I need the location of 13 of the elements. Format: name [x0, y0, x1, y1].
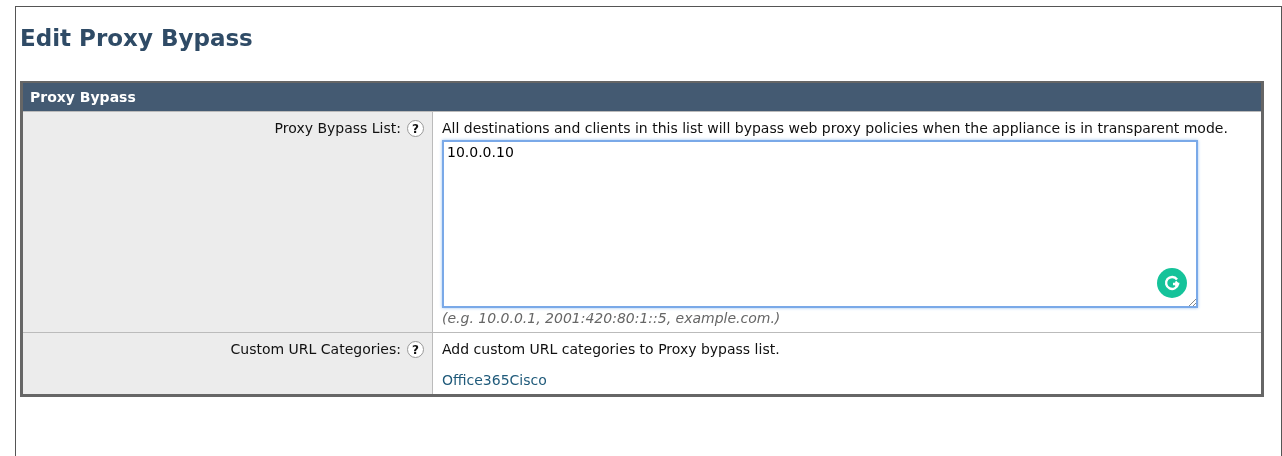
field-label: Proxy Bypass List:	[274, 120, 401, 136]
resize-grip-icon[interactable]	[1188, 298, 1197, 307]
category-link[interactable]: Office365Cisco	[442, 372, 547, 388]
help-button[interactable]: ?	[407, 341, 424, 358]
field-description: All destinations and clients in this list will bypass web proxy policies when the appliance is in transparent mode.	[442, 120, 1228, 137]
section-header: Proxy Bypass	[23, 83, 1261, 111]
help-button[interactable]: ?	[407, 120, 424, 137]
field-label: Custom URL Categories:	[230, 341, 401, 357]
page-title: Edit Proxy Bypass	[20, 25, 254, 51]
grammar-assistant-icon[interactable]	[1157, 268, 1187, 298]
field-description: Add custom URL categories to Proxy bypass list.	[442, 341, 780, 358]
proxy-list-field[interactable]: 10.0.0.10	[442, 140, 1198, 308]
hint-text: (e.g. 10.0.0.1, 2001:420:80:1::5, example.com.)	[442, 310, 781, 326]
